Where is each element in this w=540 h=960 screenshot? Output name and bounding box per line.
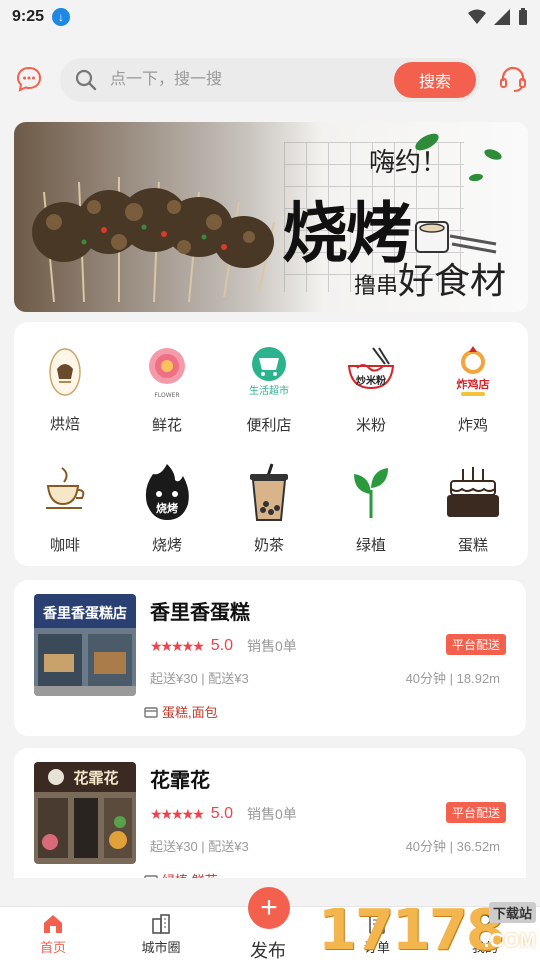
status-time: 9:25 — [12, 8, 45, 25]
category-bbq[interactable]: 烧烤 烧烤 — [116, 442, 218, 554]
wifi-icon — [468, 9, 486, 24]
delivery-badge: 平台配送 — [445, 802, 506, 823]
shop-rating: ★★★★★ 5.0 销售0单 — [150, 636, 297, 656]
fried-chicken-icon: 炸鸡店 — [445, 344, 501, 400]
publish-label: 发布 — [250, 941, 286, 960]
category-plant[interactable]: 绿植 — [320, 442, 422, 554]
category-label: 烧烤 — [151, 537, 182, 554]
shop-tags: 绿植,鲜花 — [144, 870, 218, 878]
milk-tea-icon — [241, 463, 297, 521]
shop-tag-text: 绿植,鲜花 — [162, 870, 218, 878]
category-coffee[interactable]: 咖啡 — [14, 442, 116, 554]
bbq-icon: 烧烤 — [139, 464, 195, 520]
download-icon: ↓ — [52, 8, 71, 26]
category-rice-noodle[interactable]: 炒米粉 米粉 — [320, 322, 422, 434]
category-label: 米粉 — [355, 417, 386, 434]
rating-stars: ★★★★★ — [150, 805, 205, 822]
watermark-domain: .COM — [483, 930, 536, 952]
category-label: 便利店 — [246, 417, 292, 434]
promo-banner[interactable]: 嗨约！ 烧烤 撸串好食材 — [14, 122, 528, 312]
banner-sub-big: 好食材 — [398, 260, 507, 301]
skewers-image — [32, 177, 275, 302]
status-icons — [468, 8, 528, 26]
category-label: 烘焙 — [49, 416, 80, 433]
category-grid: 烘焙 FLOWER 鲜花 生活超市 便利店 炒米粉 米粉 炸鸡店 炸鸡 咖啡 烧… — [14, 322, 528, 566]
shop-card[interactable]: 花霏花 花霏花 ★★★★★ 5.0 销售0单 平台配送 起送¥30 | 配送¥3… — [14, 748, 526, 878]
shop-image: 香里香蛋糕店 — [34, 594, 136, 696]
watermark-site: 下载站 — [488, 902, 536, 923]
tab-city[interactable]: 城市圈 — [126, 913, 196, 956]
home-icon — [44, 915, 62, 933]
rating-value: 5.0 — [210, 805, 234, 822]
sales-count: 销售0单 — [247, 806, 297, 822]
coffee-icon — [37, 464, 93, 520]
category-fried-chicken[interactable]: 炸鸡店 炸鸡 — [422, 322, 524, 434]
banner-greeting: 嗨约！ — [369, 148, 448, 178]
sales-count: 销售0单 — [247, 638, 297, 654]
category-label: 咖啡 — [49, 537, 80, 554]
search-bar[interactable]: 搜索 — [60, 58, 480, 102]
shop-tag-text: 蛋糕,面包 — [162, 705, 218, 720]
shop-name: 花霏花 — [150, 770, 210, 792]
category-flower[interactable]: FLOWER 鲜花 — [116, 322, 218, 434]
shop-delivery-fees: 起送¥30 | 配送¥3 — [150, 671, 249, 686]
fried-chicken-icon-text: 炸鸡店 — [457, 377, 490, 391]
category-label: 炸鸡 — [457, 417, 488, 434]
customer-service-icon[interactable] — [498, 64, 528, 94]
tab-label: 城市圈 — [141, 940, 181, 955]
rice-noodle-icon: 炒米粉 — [343, 344, 399, 400]
bakery-icon — [37, 344, 93, 399]
category-label: 鲜花 — [151, 417, 182, 434]
category-bakery[interactable]: 烘焙 — [14, 322, 116, 434]
battery-icon — [519, 8, 527, 25]
search-icon — [75, 69, 97, 91]
signal-icon — [494, 9, 510, 25]
rating-stars: ★★★★★ — [150, 637, 205, 654]
flower-icon: FLOWER — [139, 344, 195, 400]
leaf-decoration — [468, 172, 484, 183]
category-convenience[interactable]: 生活超市 便利店 — [218, 322, 320, 434]
category-milk-tea[interactable]: 奶茶 — [218, 442, 320, 554]
search-button[interactable]: 搜索 — [394, 62, 476, 98]
watermark-number: 17178 — [318, 898, 505, 960]
banner-sub-small: 撸串 — [354, 273, 399, 298]
shop-name: 香里香蛋糕 — [150, 602, 250, 624]
shop-tags: 蛋糕,面包 — [144, 702, 218, 721]
category-label: 奶茶 — [253, 537, 284, 554]
tab-home[interactable]: 首页 — [18, 913, 88, 956]
search-input[interactable] — [110, 68, 390, 92]
bbq-icon-text: 烧烤 — [156, 501, 178, 515]
category-cake[interactable]: 蛋糕 — [422, 442, 524, 554]
shop-sign-text: 香里香蛋糕店 — [42, 605, 127, 622]
status-bar: 9:25 ↓ — [0, 0, 540, 34]
shop-distance: 40分钟 | 36.52m — [405, 839, 500, 854]
city-icon — [152, 914, 170, 934]
tab-label: 首页 — [39, 940, 66, 955]
top-bar: 搜索 — [0, 56, 540, 104]
delivery-badge: 平台配送 — [445, 634, 506, 655]
shop-sign-text: 花霏花 — [73, 769, 118, 787]
banner-subtitle: 撸串好食材 — [354, 252, 506, 304]
category-label: 绿植 — [355, 537, 386, 554]
leaf-decoration — [483, 147, 503, 162]
shop-tag-icon — [144, 706, 158, 718]
category-label: 蛋糕 — [457, 537, 488, 554]
message-icon[interactable] — [16, 66, 42, 92]
plant-icon — [343, 464, 399, 520]
rice-noodle-icon-text: 炒米粉 — [356, 374, 386, 387]
shop-tag-icon — [144, 874, 158, 878]
site-watermark: 17178 下载站 .COM — [318, 896, 540, 960]
flower-icon-text: FLOWER — [154, 392, 179, 399]
shop-delivery-fees: 起送¥30 | 配送¥3 — [150, 839, 249, 854]
rating-value: 5.0 — [210, 637, 234, 654]
cake-icon — [445, 464, 501, 520]
shop-distance: 40分钟 | 18.92m — [405, 671, 500, 686]
convenience-icon-text: 生活超市 — [249, 384, 289, 397]
shop-rating: ★★★★★ 5.0 销售0单 — [150, 804, 297, 824]
shop-image: 花霏花 — [34, 762, 136, 864]
shop-card[interactable]: 香里香蛋糕店 香里香蛋糕 ★★★★★ 5.0 销售0单 平台配送 起送¥30 |… — [14, 580, 526, 736]
convenience-store-icon: 生活超市 — [241, 344, 297, 400]
publish-button[interactable]: + — [248, 887, 290, 929]
